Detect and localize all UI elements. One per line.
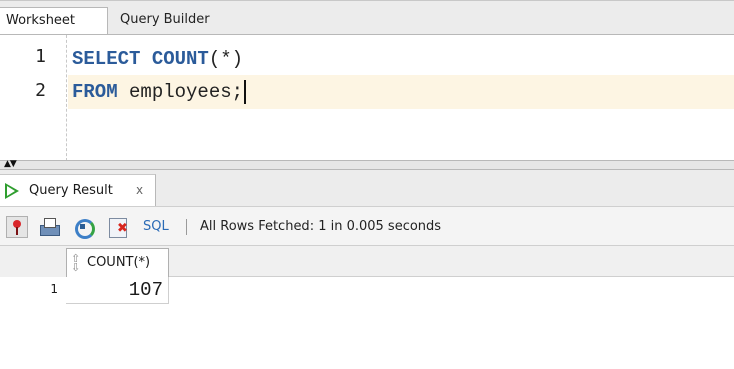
- worksheet-tabbar: Worksheet Query Builder: [0, 0, 734, 35]
- refresh-icon[interactable]: [72, 216, 95, 239]
- column-header-label: COUNT(*): [87, 255, 151, 270]
- splitter-arrows-icon[interactable]: ▲▼: [4, 160, 17, 169]
- tab-query-result-label: Query Result: [29, 183, 113, 198]
- tab-query-builder[interactable]: Query Builder: [114, 7, 216, 35]
- cancel-fetch-icon[interactable]: [108, 216, 130, 238]
- fetch-status: All Rows Fetched: 1 in 0.005 seconds: [200, 219, 442, 234]
- panel-splitter[interactable]: ▲▼: [0, 160, 734, 170]
- table-cell[interactable]: 107: [66, 277, 169, 304]
- play-icon-inner: [7, 186, 15, 196]
- print-icon[interactable]: [38, 216, 60, 238]
- result-toolbar: SQL All Rows Fetched: 1 in 0.005 seconds: [0, 206, 734, 246]
- toolbar-divider: [186, 219, 187, 235]
- result-tabbar: Query Result x: [0, 170, 734, 206]
- column-header-count[interactable]: ⇧ ⇩ COUNT(*): [66, 248, 169, 277]
- result-grid: ⇧ ⇩ COUNT(*) 1 107: [0, 246, 734, 369]
- row-number: 1: [0, 277, 66, 304]
- line-number: 2: [35, 80, 46, 101]
- code-line[interactable]: SELECT COUNT(*): [68, 42, 243, 76]
- tab-worksheet[interactable]: Worksheet: [0, 7, 108, 35]
- sql-button[interactable]: SQL: [143, 207, 169, 247]
- current-code-line[interactable]: FROM employees;: [68, 75, 734, 109]
- table-row[interactable]: 1 107: [0, 277, 734, 304]
- sql-editor[interactable]: 1 2 SELECT COUNT(*) FROM employees;: [0, 34, 734, 161]
- grid-header-row: ⇧ ⇩ COUNT(*): [0, 246, 734, 277]
- close-icon[interactable]: x: [136, 175, 143, 205]
- row-number-header: [0, 246, 66, 277]
- line-number-gutter: 1 2: [0, 35, 64, 161]
- sort-icon[interactable]: ⇧ ⇩: [71, 253, 81, 273]
- line-number: 1: [35, 46, 46, 67]
- sql-keyword: SELECT: [72, 48, 141, 70]
- text-caret: [244, 79, 247, 104]
- sql-keyword: COUNT: [151, 48, 209, 70]
- code-text: (*): [208, 48, 244, 70]
- sql-keyword: FROM: [72, 81, 118, 103]
- pin-icon[interactable]: [6, 216, 28, 238]
- gutter-divider: [66, 35, 67, 161]
- tab-query-result[interactable]: Query Result x: [0, 174, 156, 206]
- code-text: employees;: [129, 81, 244, 103]
